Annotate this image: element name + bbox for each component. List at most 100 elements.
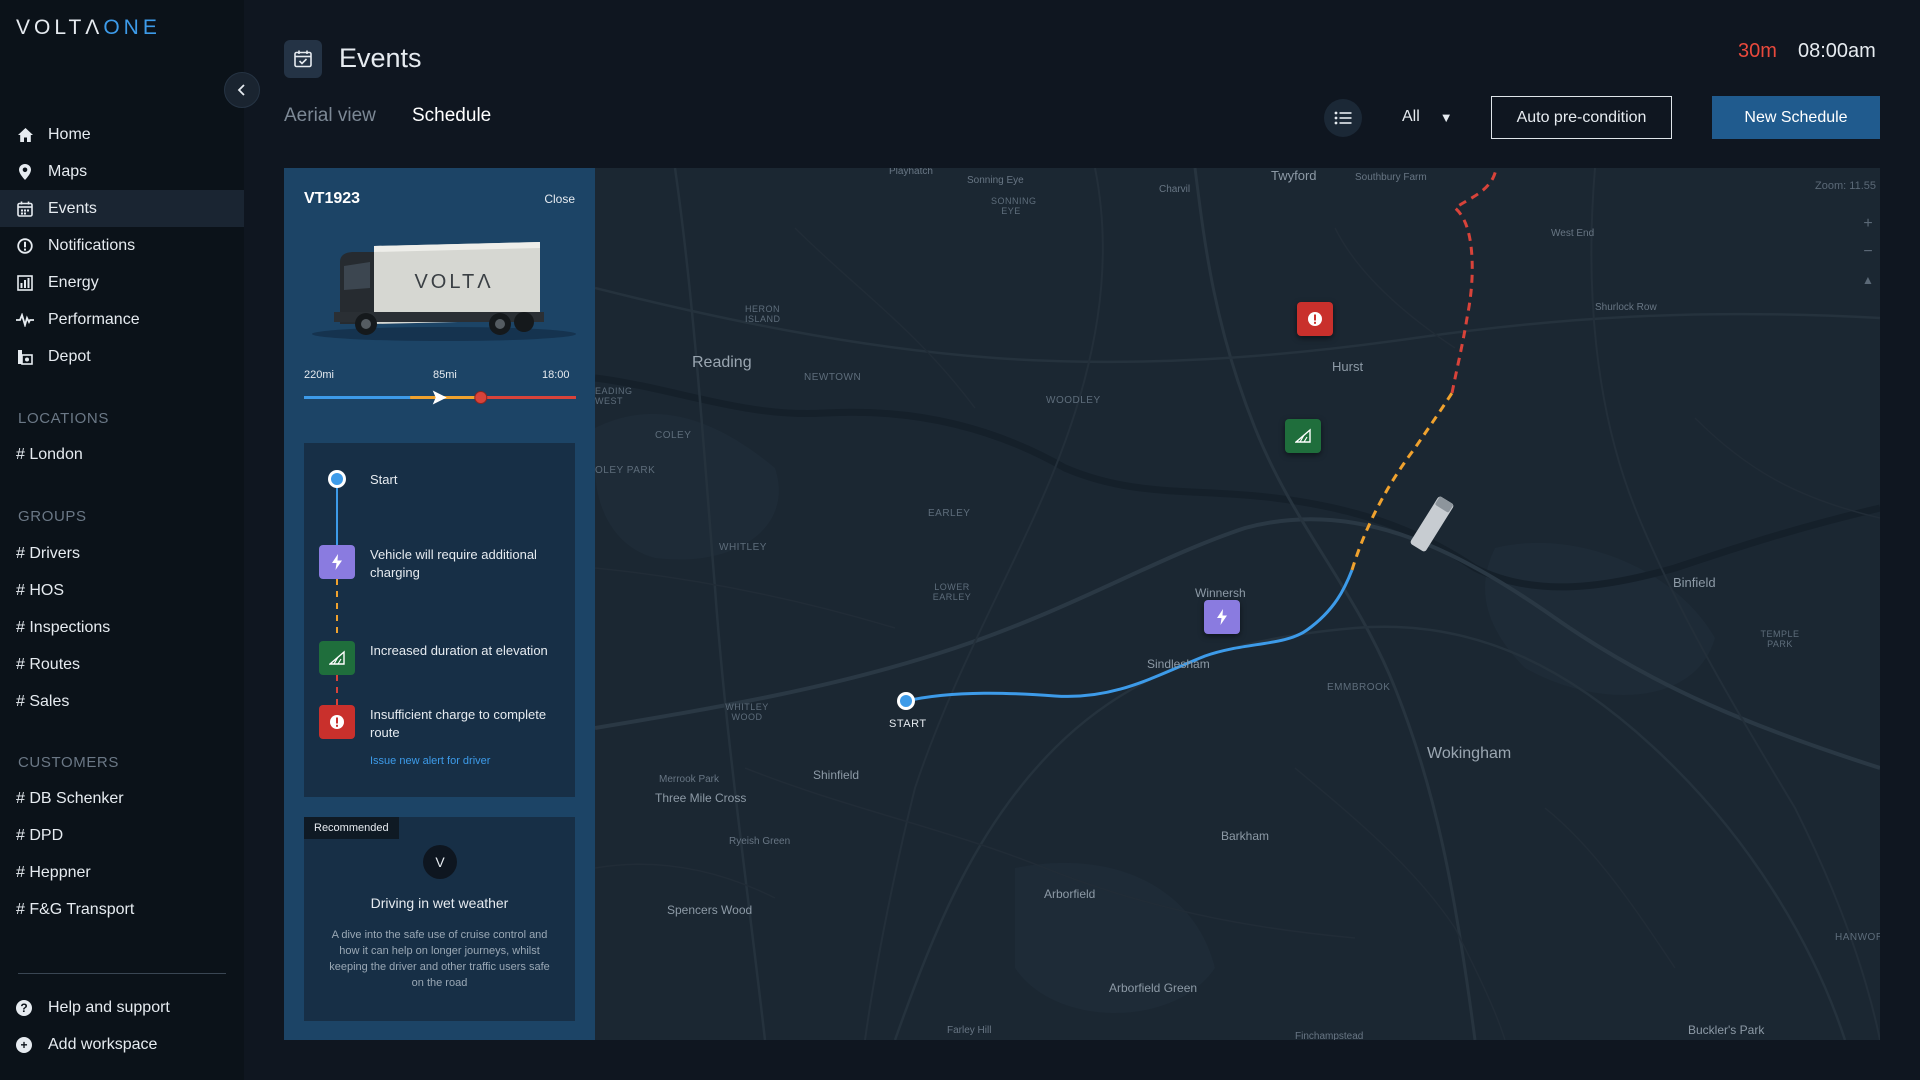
section-title-customers: CUSTOMERS (18, 754, 119, 771)
nav-label: Performance (48, 310, 140, 328)
map-label-hanworth: HANWOR (1835, 932, 1880, 943)
nav-label: Depot (48, 347, 91, 365)
nav-item-performance[interactable]: Performance (0, 301, 244, 338)
page-title: Events (339, 43, 422, 73)
tag-dpd[interactable]: # DPD (16, 827, 63, 845)
range-end-label: 18:00 (542, 369, 570, 381)
nav-item-events[interactable]: Events (0, 190, 244, 227)
tab-aerial-view[interactable]: Aerial view (284, 105, 376, 127)
map-label-bucklers-park: Buckler's Park (1688, 1023, 1765, 1037)
map-label-winnersh: Winnersh (1195, 586, 1246, 600)
tag-fg-transport[interactable]: # F&G Transport (16, 901, 134, 919)
elevation-marker[interactable] (1285, 419, 1321, 453)
insufficient-charge-marker[interactable] (1297, 302, 1333, 336)
nav-label: Notifications (48, 236, 136, 254)
brand-accent: ONE (103, 16, 161, 39)
section-title-groups: GROUPS (18, 508, 87, 525)
map-label-wokingham: Wokingham (1427, 745, 1512, 762)
nav-item-notifications[interactable]: Notifications (0, 227, 244, 264)
map-label-shinfield: Shinfield (813, 768, 860, 782)
plus-icon: + (16, 1037, 32, 1053)
map-label-coley-park: OLEY PARK (595, 465, 656, 476)
timeline-charging-icon (319, 545, 355, 579)
range-warning-dot (474, 391, 488, 404)
map-view[interactable]: Playhatch Sonning Eye SONNING EYE Charvi… (595, 168, 1880, 1040)
map-label-southbury-farm: Southbury Farm (1355, 172, 1427, 183)
tag-london[interactable]: # London (16, 446, 83, 464)
range-charged-segment (304, 396, 411, 399)
tab-schedule[interactable]: Schedule (412, 105, 491, 127)
issue-alert-link[interactable]: Issue new alert for driver (370, 755, 490, 767)
map-label-shurlock-row: Shurlock Row (1595, 302, 1657, 313)
home-icon (16, 126, 34, 144)
nav-item-maps[interactable]: Maps (0, 153, 244, 190)
map-label-heron-island: HERON ISLAND (745, 304, 781, 324)
map-label-lower-earley: LOWER EARLEY (932, 582, 972, 602)
map-label-west-end: West End (1551, 228, 1595, 239)
list-view-button[interactable] (1324, 99, 1362, 137)
tag-sales[interactable]: # Sales (16, 693, 69, 711)
range-mid-label: 85mi (433, 369, 457, 381)
caret-down-icon: ▼ (1439, 109, 1453, 125)
map-label-sonning-eye-small: Sonning Eye (967, 175, 1024, 186)
vehicle-id: VT1923 (304, 190, 361, 207)
map-label-earley: EARLEY (928, 508, 971, 519)
main-nav: Home Maps Events Notifications Energy Pe… (0, 116, 244, 375)
timeline-alert-icon (319, 705, 355, 739)
timeline-line (328, 470, 346, 709)
collapse-sidebar-button[interactable] (224, 72, 260, 108)
help-support-link[interactable]: ? Help and support (16, 999, 170, 1017)
sidebar-divider (18, 973, 226, 974)
events-page-icon (284, 40, 322, 78)
timeline-elevation-icon (319, 641, 355, 675)
close-panel-button[interactable]: Close (544, 192, 575, 206)
map-label-charvil: Charvil (1159, 184, 1191, 195)
volta-logo-icon: V (423, 845, 457, 879)
map-label-reading: Reading (692, 354, 752, 371)
zoom-in-button[interactable]: + (1856, 212, 1880, 236)
timeline-insufficient-label: Insufficient charge to complete route (370, 707, 547, 740)
nav-item-energy[interactable]: Energy (0, 264, 244, 301)
tag-db-schenker[interactable]: # DB Schenker (16, 790, 124, 808)
range-start-label: 220mi (304, 369, 334, 381)
calendar-check-icon (294, 50, 312, 68)
nav-label: Home (48, 125, 91, 143)
map-label-ryeish-green: Ryeish Green (729, 836, 791, 847)
alert-circle-icon (16, 237, 34, 255)
current-time: 08:00am (1798, 40, 1876, 62)
new-schedule-button[interactable]: New Schedule (1712, 96, 1880, 139)
timeline-charging-label: Vehicle will require additional charging (370, 547, 537, 580)
elevation-icon (329, 650, 345, 665)
route-events-card: Start Vehicle will require additional ch… (304, 443, 575, 797)
tag-hos[interactable]: # HOS (16, 582, 64, 600)
map-label-temple-park: TEMPLE PARK (1760, 629, 1800, 649)
chevron-left-icon (237, 84, 245, 96)
map-label-woodley: WOODLEY (1046, 395, 1101, 406)
sidebar: VOLTΛONE Home Maps Events Notifications (0, 0, 244, 1080)
timeline-start-label: Start (370, 472, 398, 487)
tag-inspections[interactable]: # Inspections (16, 619, 110, 637)
compass-button[interactable]: ▲ (1856, 268, 1880, 292)
map-label-merrook-park: Merrook Park (659, 774, 720, 785)
tag-heppner[interactable]: # Heppner (16, 864, 91, 882)
map-label-hurst: Hurst (1332, 359, 1364, 374)
filter-value: All (1402, 108, 1420, 125)
brand-logo: VOLTΛONE (16, 16, 161, 40)
lightning-icon (1217, 609, 1227, 625)
help-icon: ? (16, 1000, 32, 1016)
help-label: Help and support (48, 999, 170, 1016)
recommended-badge: Recommended (304, 817, 399, 839)
recommended-description: A dive into the safe use of cruise contr… (329, 929, 550, 989)
zoom-out-button[interactable]: − (1856, 240, 1880, 264)
recommended-card[interactable]: Recommended V Driving in wet weather A d… (304, 817, 575, 1021)
auto-precondition-button[interactable]: Auto pre-condition (1491, 96, 1672, 139)
nav-item-depot[interactable]: Depot (0, 338, 244, 375)
delay-indicator: 30m (1738, 40, 1777, 62)
tag-drivers[interactable]: # Drivers (16, 545, 80, 563)
tag-routes[interactable]: # Routes (16, 656, 80, 674)
add-workspace-link[interactable]: + Add workspace (16, 1036, 157, 1054)
filter-dropdown[interactable]: All ▼ (1402, 108, 1453, 126)
charging-marker[interactable] (1204, 600, 1240, 634)
nav-item-home[interactable]: Home (0, 116, 244, 153)
range-progress-bar (304, 390, 576, 405)
